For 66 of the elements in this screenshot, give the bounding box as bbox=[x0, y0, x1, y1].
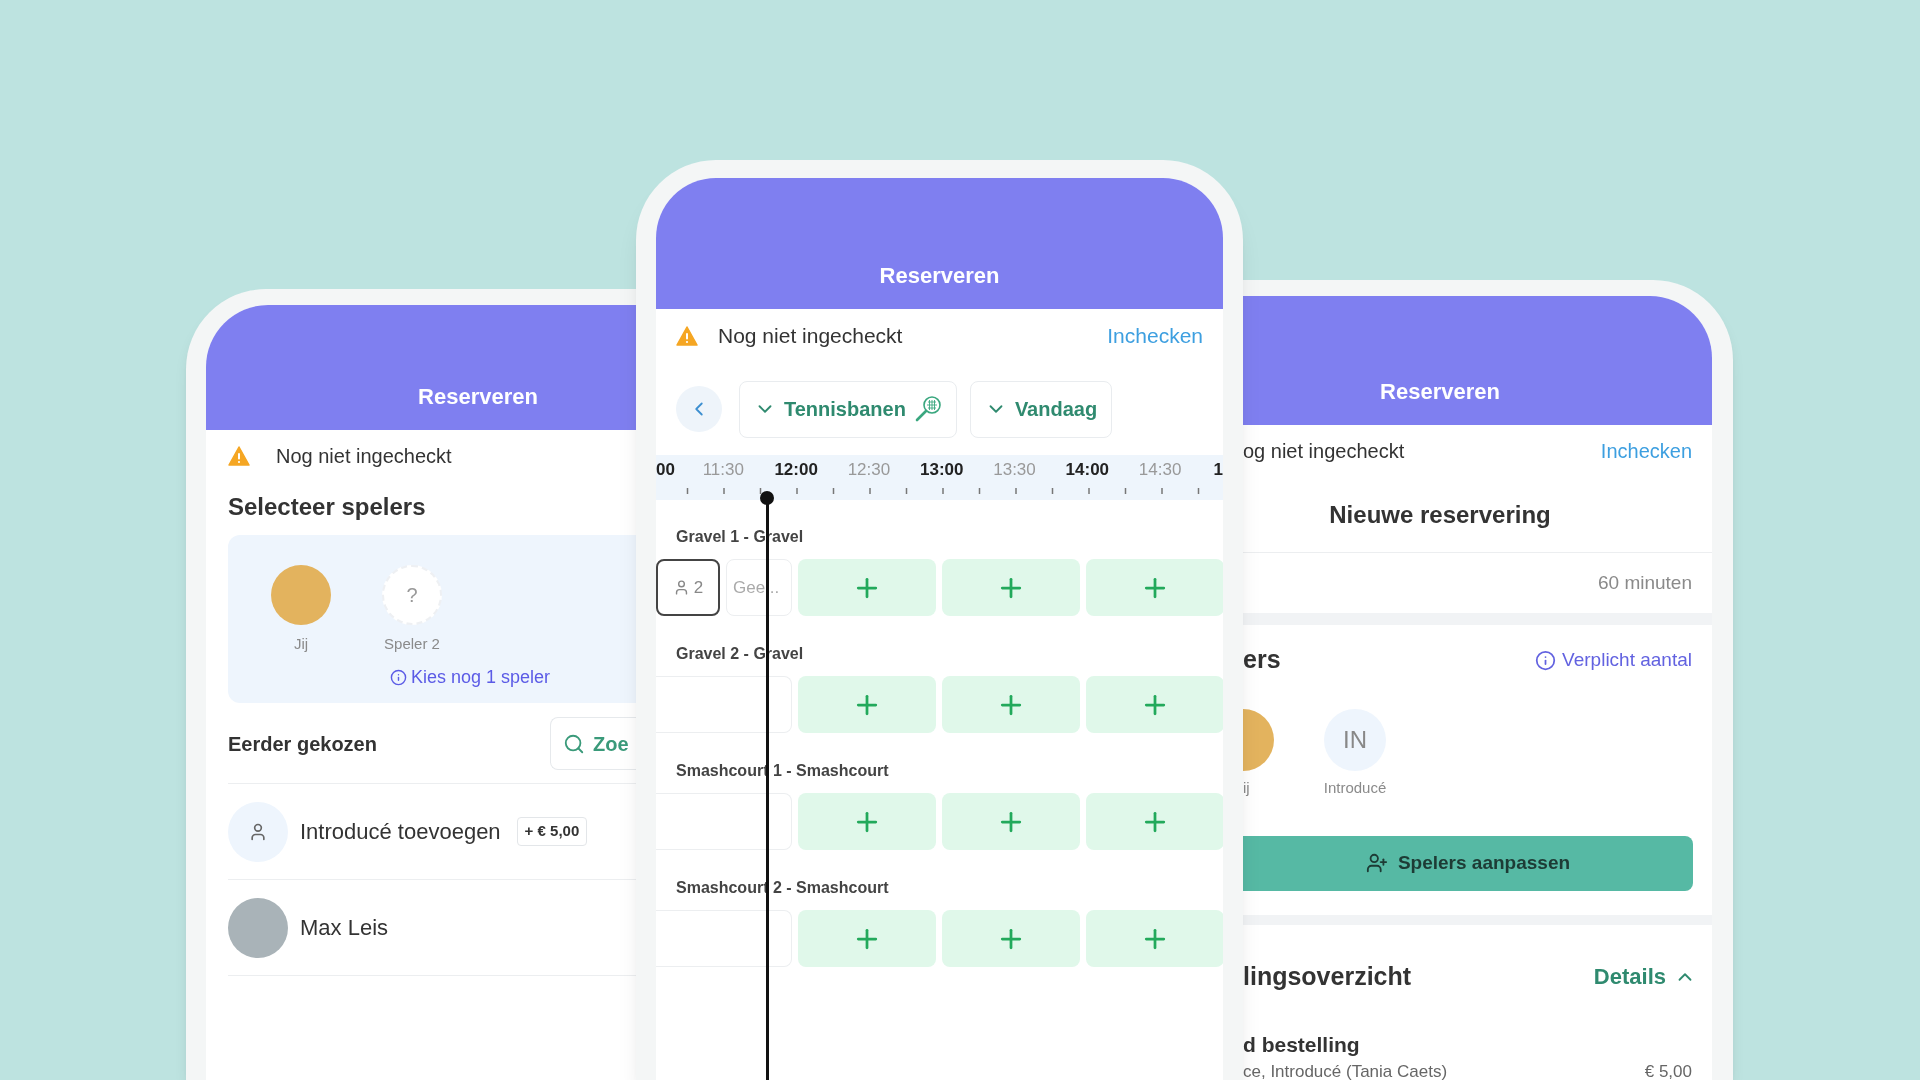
warning-icon bbox=[676, 326, 698, 346]
contact-name[interactable]: Introducé toevoegen bbox=[300, 815, 501, 848]
free-slot-button[interactable] bbox=[1086, 910, 1223, 967]
section-title: Eerder gekozen bbox=[228, 731, 377, 757]
time-label: 11:30 bbox=[701, 459, 745, 482]
time-label: 13:30 bbox=[992, 459, 1037, 482]
hint-text: Kies nog 1 speler bbox=[411, 665, 551, 689]
initials-avatar: IN bbox=[1324, 709, 1386, 771]
warning-icon bbox=[228, 446, 250, 466]
order-title: d bestelling bbox=[1243, 1031, 1361, 1055]
duration-text: 60 minuten bbox=[1598, 570, 1692, 595]
player-name: Jij bbox=[293, 634, 309, 654]
info-icon bbox=[390, 668, 407, 686]
players-count-button[interactable]: 2 bbox=[656, 559, 720, 616]
search-icon bbox=[563, 732, 585, 755]
free-slot-button[interactable] bbox=[942, 676, 1080, 733]
court-name: Smashcourt 1 - Smashcourt bbox=[675, 761, 890, 781]
free-slot-button[interactable] bbox=[942, 793, 1080, 850]
header-title: Reserveren bbox=[1380, 378, 1500, 406]
details-link[interactable]: Details bbox=[1593, 960, 1696, 993]
order-line-price: € 5,00 bbox=[1644, 1060, 1692, 1080]
time-label: 13:00 bbox=[918, 459, 965, 482]
header-title: Reserveren bbox=[879, 262, 1000, 290]
checkin-status: Nog niet ingecheckt bbox=[718, 323, 903, 350]
court-name: Smashcourt 2 - Smashcourt bbox=[675, 878, 890, 898]
page-title: Nieuwe reservering bbox=[1329, 499, 1551, 530]
info-icon bbox=[1535, 649, 1557, 671]
free-slot-button[interactable] bbox=[1086, 676, 1223, 733]
contact-name[interactable]: Max Leis bbox=[300, 911, 389, 944]
free-slot-button[interactable] bbox=[1086, 793, 1223, 850]
person-icon bbox=[248, 821, 268, 842]
edit-players-button[interactable]: Spelers aanpassen bbox=[1243, 835, 1693, 891]
time-label: 12:30 bbox=[846, 459, 892, 482]
back-button[interactable] bbox=[676, 386, 722, 432]
player-name: Speler 2 bbox=[384, 634, 440, 654]
price-badge: + € 5,00 bbox=[516, 817, 588, 846]
player-name: ij bbox=[1243, 778, 1250, 798]
section-title: ers bbox=[1243, 644, 1281, 676]
checkin-link[interactable]: Inchecken bbox=[1600, 436, 1692, 466]
filter-dropdown[interactable]: Vandaag bbox=[969, 380, 1113, 438]
user-plus-icon bbox=[1365, 852, 1388, 874]
free-slot-button[interactable] bbox=[942, 559, 1080, 616]
time-label: 1 bbox=[1212, 459, 1223, 482]
free-slot-button[interactable] bbox=[798, 910, 936, 967]
avatar-photo-placeholder[interactable] bbox=[271, 565, 331, 625]
checkin-link[interactable]: Inchecken bbox=[1107, 320, 1203, 352]
hint-text: Verplicht aantal bbox=[1562, 647, 1692, 672]
checkin-status: og niet ingecheckt bbox=[1243, 439, 1405, 464]
free-slot-button[interactable] bbox=[798, 793, 936, 850]
free-slot-button[interactable] bbox=[1086, 559, 1223, 616]
checkin-status: Nog niet ingecheckt bbox=[276, 444, 452, 469]
racket-icon bbox=[913, 395, 942, 423]
time-label: 12:00 bbox=[773, 459, 819, 482]
section-title: Selecteer spelers bbox=[228, 492, 426, 522]
free-slot-button[interactable] bbox=[798, 559, 936, 616]
time-label: 14:00 bbox=[1064, 459, 1111, 482]
header-title: Reserveren bbox=[418, 383, 538, 411]
section-title: lingsoverzicht bbox=[1243, 960, 1412, 992]
free-slot-button[interactable] bbox=[798, 676, 936, 733]
player-name: Introducé bbox=[1323, 778, 1387, 798]
time-label: 14:30 bbox=[1137, 459, 1183, 482]
order-line-text: ce, Introducé (Tania Caets) bbox=[1243, 1060, 1448, 1080]
filter-dropdown[interactable]: Tennisbanen bbox=[739, 380, 957, 438]
free-slot-button[interactable] bbox=[942, 910, 1080, 967]
time-label: 00 bbox=[656, 459, 676, 482]
empty-player-slot[interactable]: ? bbox=[382, 565, 442, 625]
